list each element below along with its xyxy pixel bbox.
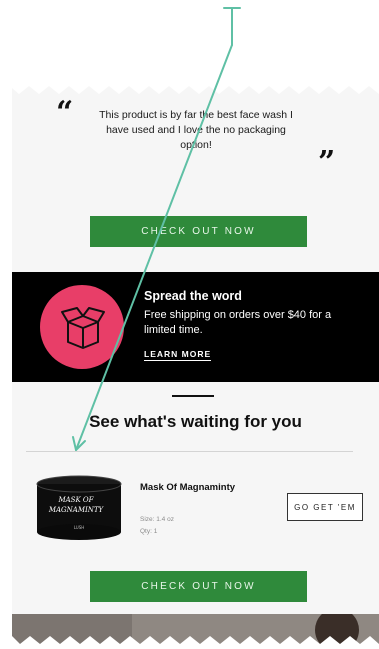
product-qty: Qty: 1 xyxy=(140,528,158,535)
horizontal-rule xyxy=(26,451,353,452)
learn-more-link[interactable]: LEARN MORE xyxy=(144,349,212,361)
promo-title: Spread the word xyxy=(144,289,242,303)
section-divider xyxy=(172,395,214,397)
check-out-now-button[interactable]: CHECK OUT NOW xyxy=(90,216,307,247)
quote-close-icon: ” xyxy=(318,145,336,180)
email-screenshot: “ This product is by far the best face w… xyxy=(0,0,379,649)
check-out-now-button-bottom[interactable]: CHECK OUT NOW xyxy=(90,571,307,602)
go-get-em-button[interactable]: GO GET 'EM xyxy=(287,493,363,521)
product-jar-image: MASK OF MAGNAMINTY LUSH xyxy=(36,475,122,540)
photo-strip-bottom xyxy=(12,614,379,649)
promo-description: Free shipping on orders over $40 for a l… xyxy=(144,309,332,336)
cart-heading: See what's waiting for you xyxy=(89,412,302,431)
jar-brand: LUSH xyxy=(74,525,85,530)
jar-label-line-1: MASK OF xyxy=(57,496,94,504)
open-box-icon xyxy=(61,307,105,349)
jar-label-line-2: MAGNAMINTY xyxy=(48,506,105,514)
review-quote: This product is by far the best face was… xyxy=(99,109,293,151)
quote-open-icon: “ xyxy=(56,95,74,130)
promo-banner: Spread the word Free shipping on orders … xyxy=(12,272,379,382)
product-name: Mask Of Magnaminty xyxy=(140,482,236,493)
product-size: Size: 1.4 oz xyxy=(140,516,174,523)
product-meta: Size: 1.4 oz Qty: 1 xyxy=(140,514,174,538)
